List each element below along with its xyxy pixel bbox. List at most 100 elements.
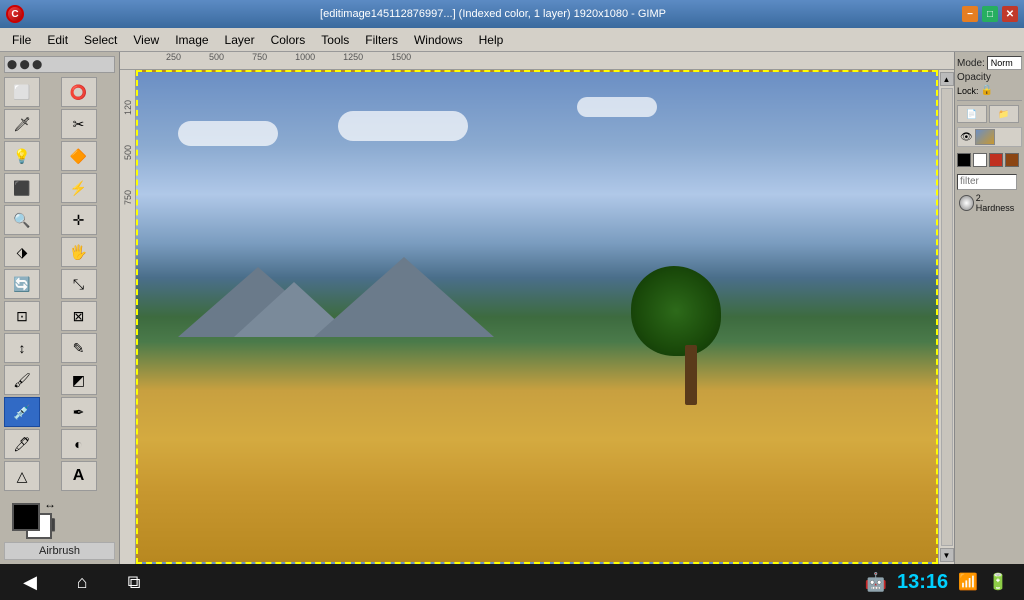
eraser-tool[interactable]: ◩ [61,365,97,395]
toolbox-header: ⬤ ⬤ ⬤ [4,56,115,73]
shear-tool[interactable]: ⊡ [4,301,40,331]
zoom-tool[interactable]: 🔍 [4,205,40,235]
menu-select[interactable]: Select [76,31,125,49]
pencil-tool[interactable]: ✎ [61,333,97,363]
ruler-mark-v-500: 500 [123,145,133,160]
ink-tool[interactable]: ✒ [61,397,97,427]
menu-help[interactable]: Help [471,31,512,49]
statusbar: ◀ ⌂ ⧉ 🤖 13:16 📶 🔋 [0,564,1024,600]
menu-edit[interactable]: Edit [39,31,76,49]
mode-area: Mode: Norm Opacity Lock: 🔒 [957,56,1022,101]
back-button[interactable]: ◀ [16,568,44,596]
scroll-down-arrow[interactable]: ▼ [940,548,954,562]
ruler-mark-1500: 1500 [363,52,411,62]
color-swatches [957,153,1022,167]
by-color-tool[interactable]: 🔶 [61,141,97,171]
cloud-2 [338,111,468,141]
lock-label: Lock: [957,86,979,96]
wifi-icon: 📶 [958,572,978,592]
window-title: [editimage145112876997...] (Indexed colo… [24,8,962,20]
clock: 13:16 [897,571,948,594]
menu-view[interactable]: View [125,31,167,49]
ruler-mark-v-120: 120 [123,100,133,115]
rotate-tool[interactable]: 🔄 [4,269,40,299]
hardness-label: 2. Hardness [976,193,1020,213]
ruler-mark-v-750: 750 [123,190,133,205]
mode-label: Mode: [957,58,985,69]
menu-windows[interactable]: Windows [406,31,471,49]
scroll-up-arrow[interactable]: ▲ [940,72,954,86]
opacity-row: Opacity [957,72,1022,83]
window-controls: − □ ✕ [962,6,1018,22]
layer-visibility-icon[interactable]: 👁 [960,132,973,143]
paintbrush-tool[interactable]: 🖌 [4,365,40,395]
rect-select-tool[interactable]: ⬜ [4,77,40,107]
close-button[interactable]: ✕ [1002,6,1018,22]
swatch-black[interactable] [957,153,971,167]
foreground-color[interactable] [12,503,40,531]
ruler-vertical: 120 500 750 [120,70,136,564]
menu-image[interactable]: Image [167,31,216,49]
android-icon: 🤖 [865,572,887,593]
canvas-image-area[interactable] [136,70,938,564]
foreground-select-tool[interactable]: ⬛ [4,173,40,203]
apps-button[interactable]: ⧉ [120,568,148,596]
perspective-tool[interactable]: ⊠ [61,301,97,331]
tree-trunk [685,345,697,405]
android-nav: ◀ ⌂ ⧉ [16,568,148,596]
tool-grid: ⬜ ⭕ 🗡 ✂ 💡 🔶 ⬛ ⚡ 🔍 ✛ ⬗ 🖐 🔄 ⤡ ⊡ ⊠ ↕ ✎ [4,77,115,491]
menu-colors[interactable]: Colors [263,31,314,49]
mountain-3 [314,257,494,337]
new-layer-button[interactable]: 📄 [957,105,987,123]
hardness-preview [959,195,974,211]
transform-tool[interactable]: ⚡ [61,173,97,203]
dodge-burn-tool[interactable]: △ [4,461,40,491]
layer-row[interactable]: 👁 [957,127,1022,147]
battery-icon: 🔋 [988,572,1008,592]
cloud-3 [577,97,657,117]
swatch-brown[interactable] [1005,153,1019,167]
canvas-container: 250 500 750 1000 1250 1500 120 500 750 [120,52,954,564]
layer-group-button[interactable]: 📁 [989,105,1019,123]
lock-icon[interactable]: 🔒 [981,85,993,96]
scissors-tool[interactable]: ✂ [61,109,97,139]
swatch-dark-red[interactable] [989,153,1003,167]
fuzzy-select-tool[interactable]: 💡 [4,141,40,171]
airbrush-tool[interactable]: 💉 [4,397,40,427]
move-tool[interactable]: ✛ [61,205,97,235]
ruler-mark-1000: 1000 [267,52,315,62]
hardness-item: 2. Hardness [957,192,1022,214]
titlebar: C [editimage145112876997...] (Indexed co… [0,0,1024,28]
filter-input[interactable] [957,174,1017,190]
active-tool-label: Airbrush [4,542,115,560]
layer-thumbnail [975,129,995,145]
layer-buttons: 📄 📁 [957,105,1022,123]
canvas-image [136,70,938,564]
maximize-button[interactable]: □ [982,6,998,22]
flip-tool[interactable]: ↕ [4,333,40,363]
opacity-label: Opacity [957,72,991,83]
menubar: File Edit Select View Image Layer Colors… [0,28,1024,52]
heal-tool[interactable]: ◐ [61,429,97,459]
ruler-mark-750: 750 [224,52,267,62]
free-select-tool[interactable]: 🗡 [4,109,40,139]
clone-tool[interactable]: 🖊 [4,429,40,459]
text-tool[interactable]: A [61,461,97,491]
crop-tool[interactable]: 🖐 [61,237,97,267]
swatch-white[interactable] [973,153,987,167]
swap-colors-icon[interactable]: ↔ [44,497,56,511]
minimize-button[interactable]: − [962,6,978,22]
vertical-scrollbar[interactable]: ▲ ▼ [938,70,954,564]
menu-filters[interactable]: Filters [357,31,406,49]
scale-tool[interactable]: ⤡ [61,269,97,299]
home-button[interactable]: ⌂ [68,568,96,596]
menu-layer[interactable]: Layer [217,31,263,49]
toolbox: ⬤ ⬤ ⬤ ⬜ ⭕ 🗡 ✂ 💡 🔶 ⬛ ⚡ 🔍 ✛ ⬗ 🖐 🔄 ⤡ ⊡ [0,52,120,564]
lock-row: Lock: 🔒 [957,85,1022,96]
color-area: ↔ ⬛ [8,495,58,534]
ellipse-select-tool[interactable]: ⭕ [61,77,97,107]
align-tool[interactable]: ⬗ [4,237,40,267]
ruler-mark-1250: 1250 [315,52,363,62]
menu-tools[interactable]: Tools [313,31,357,49]
menu-file[interactable]: File [4,31,39,49]
